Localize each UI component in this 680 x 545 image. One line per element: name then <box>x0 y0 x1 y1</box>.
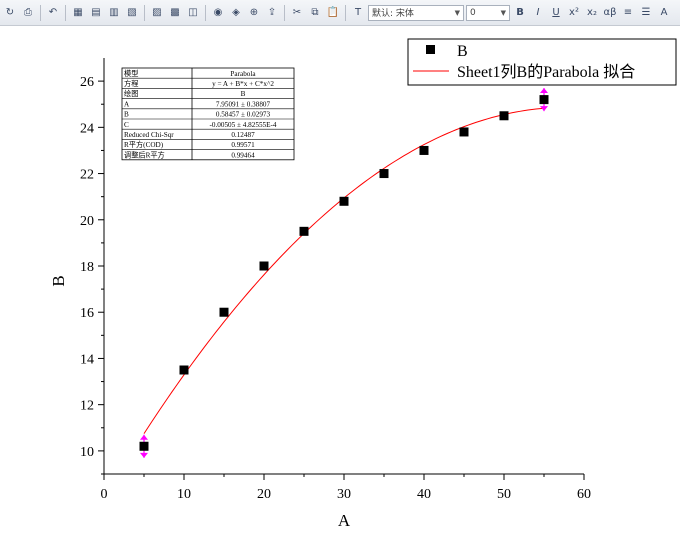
stats-table-value: y = A + B*x + C*x^2 <box>212 80 274 88</box>
stats-table-value: Parabola <box>230 70 256 78</box>
y-axis-label: B <box>49 275 68 286</box>
x-tick-label: 50 <box>497 487 511 502</box>
data-point <box>339 196 349 206</box>
chevron-down-icon: ▼ <box>500 8 506 17</box>
x-tick-label: 30 <box>337 487 351 502</box>
y-tick-label: 10 <box>80 445 94 460</box>
stats-table-value: 0.99571 <box>231 141 255 149</box>
merge-icon[interactable]: ◫ <box>185 5 201 21</box>
toolbar-separator <box>284 4 285 21</box>
stats-table-value: B <box>241 90 246 98</box>
error-bar-cap-top <box>540 88 548 94</box>
x-tick-label: 60 <box>577 487 591 502</box>
legend-label-B: B <box>457 43 468 60</box>
toolbar-separator <box>65 4 66 21</box>
y-tick-label: 24 <box>80 121 94 136</box>
stats-table-value: 0.58457 ± 0.02973 <box>216 111 271 119</box>
cut-icon[interactable]: ✂ <box>289 5 305 21</box>
color-icon[interactable]: ◉ <box>210 5 226 21</box>
toolbar: ↻ ⎙ ↶ ▦ ▤ ▥ ▧ ▨ ▩ ◫ ◉ ◈ ⊕ ⇪ ✂ ⧉ 📋 T 默认: … <box>0 0 680 26</box>
toolbar-separator <box>205 4 206 21</box>
x-ticks: 0 10 20 30 40 50 60 <box>101 474 591 502</box>
print-icon[interactable]: ⎙ <box>20 5 36 21</box>
legend-marker-B <box>426 45 435 54</box>
add-rows-icon[interactable]: ▤ <box>88 5 104 21</box>
y-tick-label: 18 <box>80 260 94 275</box>
fill-icon[interactable]: ◈ <box>228 5 244 21</box>
export-icon[interactable]: ⇪ <box>264 5 280 21</box>
legend: B Sheet1列B的Parabola 拟合 <box>407 38 677 86</box>
stats-table-value: 0.99464 <box>231 151 255 159</box>
column-stats-icon[interactable]: ▧ <box>124 5 140 21</box>
stats-table-value: 7.95091 ± 0.38807 <box>216 100 271 108</box>
undo-icon[interactable]: ↶ <box>45 5 61 21</box>
stats-table-key: 调整后R平方 <box>124 150 165 159</box>
align-icon[interactable]: ≡ <box>620 5 636 21</box>
data-point <box>139 441 149 451</box>
data-point <box>219 307 229 317</box>
toolbar-separator <box>144 4 145 21</box>
data-point <box>299 226 309 236</box>
add-column-icon[interactable]: ▦ <box>70 5 86 21</box>
toolbar-separator <box>345 4 346 21</box>
stats-table-key: R平方(COD) <box>124 140 164 149</box>
x-axis-label: A <box>338 511 351 530</box>
set-column-icon[interactable]: ▥ <box>106 5 122 21</box>
layer-icon[interactable]: ▩ <box>167 5 183 21</box>
stats-table-key: 绘图 <box>124 89 138 98</box>
chevron-down-icon: ▼ <box>454 8 460 17</box>
y-tick-label: 26 <box>80 75 94 90</box>
data-point <box>499 111 509 121</box>
copy-icon[interactable]: ⧉ <box>307 5 323 21</box>
text-tool-icon[interactable]: T <box>350 5 366 21</box>
x-tick-label: 20 <box>257 487 271 502</box>
italic-button[interactable]: I <box>530 5 546 21</box>
font-color-button[interactable]: A <box>656 5 672 21</box>
error-bar-cap-top <box>140 434 148 440</box>
stats-table-key: A <box>124 100 130 108</box>
stats-table: 模型 Parabola方程 y = A + B*x + C*x^2绘图 BA 7.950… <box>121 67 295 161</box>
redraw-icon[interactable]: ↻ <box>2 5 18 21</box>
stats-table-key: Reduced Chi-Sqr <box>124 131 174 139</box>
font-size-select[interactable]: 0 ▼ <box>466 4 510 21</box>
plot-icon[interactable]: ▨ <box>149 5 165 21</box>
data-point <box>539 95 549 105</box>
font-name-value: 默认: 宋体 <box>372 9 414 19</box>
x-tick-label: 40 <box>417 487 431 502</box>
x-tick-label: 10 <box>177 487 191 502</box>
greek-button[interactable]: αβ <box>602 5 618 21</box>
y-tick-label: 12 <box>80 399 94 414</box>
stats-table-key: C <box>124 121 129 129</box>
underline-button[interactable]: U <box>548 5 564 21</box>
toolbar-separator <box>40 4 41 21</box>
data-point <box>419 145 429 155</box>
stats-table-value: -0.00505 ± 4.82555E-4 <box>209 121 276 129</box>
list-icon[interactable]: ☰ <box>638 5 654 21</box>
data-point <box>259 261 269 271</box>
data-point <box>379 169 389 179</box>
x-tick-label: 0 <box>101 487 108 502</box>
y-tick-label: 20 <box>80 214 94 229</box>
superscript-button[interactable]: x² <box>566 5 582 21</box>
stats-table-key: 方程 <box>124 79 138 88</box>
error-bar-cap-bottom <box>140 452 148 458</box>
font-name-select[interactable]: 默认: 宋体 ▼ <box>368 4 464 21</box>
data-point <box>459 127 469 137</box>
stats-table-key: 模型 <box>124 69 138 78</box>
stats-table-key: B <box>124 111 129 119</box>
bold-button[interactable]: B <box>512 5 528 21</box>
legend-label-fit: Sheet1列B的Parabola 拟合 <box>457 63 635 81</box>
chart: 模型 Parabola方程 y = A + B*x + C*x^2绘图 BA 7.950… <box>49 38 677 530</box>
stats-table-value: 0.12487 <box>231 131 255 139</box>
paste-icon[interactable]: 📋 <box>325 5 341 21</box>
font-size-value: 0 <box>470 7 476 18</box>
y-tick-label: 22 <box>80 168 94 183</box>
subscript-button[interactable]: x₂ <box>584 5 600 21</box>
zoom-icon[interactable]: ⊕ <box>246 5 262 21</box>
y-tick-label: 16 <box>80 306 94 321</box>
y-tick-label: 14 <box>80 352 94 367</box>
data-point <box>179 365 189 375</box>
y-ticks: 10 12 14 16 18 20 22 24 26 <box>80 75 104 475</box>
